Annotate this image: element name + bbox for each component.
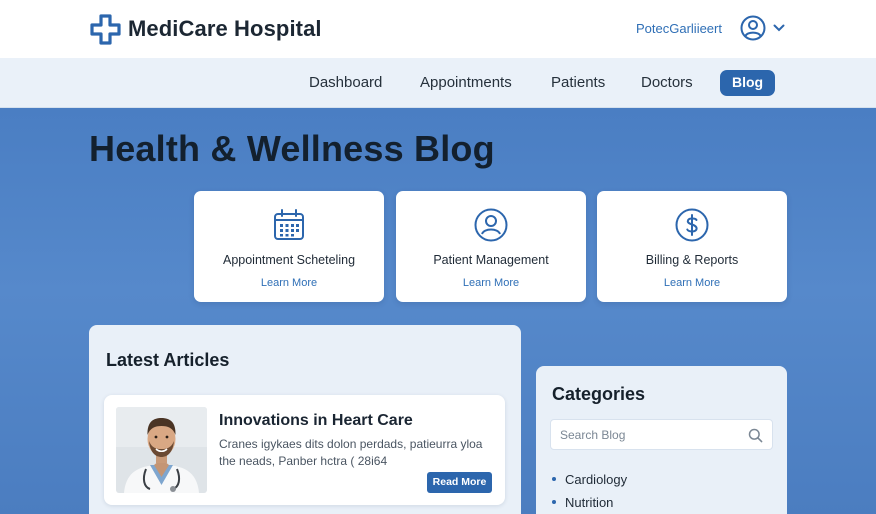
feature-title: Appointment Scheteling xyxy=(222,253,356,267)
feature-title: Billing & Reports xyxy=(645,253,739,267)
nav-item-dashboard[interactable]: Dashboard xyxy=(309,74,382,91)
user-circle-icon[interactable] xyxy=(740,15,766,41)
chevron-down-icon[interactable] xyxy=(773,23,785,33)
nav-item-appointments[interactable]: Appointments xyxy=(420,74,512,91)
category-item-nutrition[interactable]: Nutrition xyxy=(552,495,613,510)
learn-more-link[interactable]: Learn More xyxy=(194,277,384,289)
article-title[interactable]: Innovations in Heart Care xyxy=(219,412,413,430)
feature-title: Patient Management xyxy=(433,253,549,267)
doctor-portrait-image[interactable] xyxy=(116,407,207,493)
article-card[interactable]: Innovations in Heart Care Cranes igykaes… xyxy=(104,395,505,505)
read-more-button[interactable]: Read More xyxy=(427,472,492,493)
bullet-icon xyxy=(552,476,556,481)
learn-more-link[interactable]: Learn More xyxy=(597,277,787,289)
section-heading: Categories xyxy=(552,384,646,404)
nav-item-blog[interactable]: Blog xyxy=(720,70,776,96)
main-nav: Dashboard Appointments Patients Doctors … xyxy=(0,58,876,108)
nav-item-patients[interactable]: Patients xyxy=(551,74,605,91)
dollar-icon xyxy=(675,208,709,242)
article-excerpt: Cranes igykaes dits dolon perdads, patie… xyxy=(219,437,483,468)
category-label: Cardiology xyxy=(565,472,628,487)
learn-more-link[interactable]: Learn More xyxy=(396,277,586,289)
user-icon xyxy=(474,208,508,242)
feature-card-patients[interactable]: Patient Management Learn More xyxy=(396,191,586,302)
top-bar: MediCare Hospital PotecGarliieert xyxy=(0,0,876,58)
page-title: Health & Wellness Blog xyxy=(89,128,495,169)
search-icon[interactable] xyxy=(748,428,763,443)
calendar-icon xyxy=(274,209,304,240)
latest-articles-panel: Latest Articles Innovations in Heart Car… xyxy=(89,325,521,514)
search-input[interactable] xyxy=(560,426,730,444)
medical-cross-icon[interactable] xyxy=(90,14,121,45)
brand-name[interactable]: MediCare Hospital xyxy=(128,16,322,42)
bullet-icon xyxy=(552,499,556,504)
nav-item-doctors[interactable]: Doctors xyxy=(641,74,693,91)
category-label: Nutrition xyxy=(565,495,614,510)
feature-card-billing[interactable]: Billing & Reports Learn More xyxy=(597,191,787,302)
feature-card-appointments[interactable]: Appointment Scheteling Learn More xyxy=(194,191,384,302)
user-name[interactable]: PotecGarliieert xyxy=(636,21,722,36)
category-item-cardiology[interactable]: Cardiology xyxy=(552,472,627,487)
section-heading: Latest Articles xyxy=(106,350,230,370)
categories-panel: Categories Cardiology Nutrition xyxy=(536,366,787,514)
blog-search[interactable] xyxy=(550,419,773,450)
